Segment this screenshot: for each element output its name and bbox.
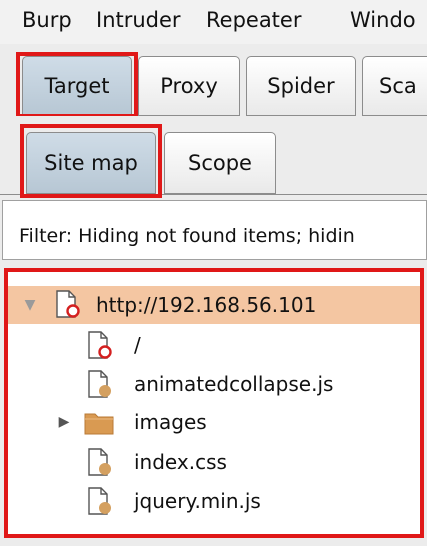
tab-scanner[interactable]: Sca bbox=[362, 56, 427, 116]
tab-target[interactable]: Target bbox=[22, 56, 132, 116]
tab-proxy[interactable]: Proxy bbox=[138, 56, 240, 116]
tree-node-label: jquery.min.js bbox=[134, 489, 261, 513]
menu-window[interactable]: Windo bbox=[350, 6, 416, 34]
file-icon bbox=[88, 448, 111, 476]
file-icon bbox=[88, 487, 111, 515]
filter-text: Filter: Hiding not found items; hidin bbox=[19, 225, 355, 247]
tab-scope[interactable]: Scope bbox=[164, 132, 276, 194]
tree-node-label: / bbox=[134, 333, 141, 357]
tree-node[interactable]: / bbox=[8, 326, 420, 364]
tree-node[interactable]: jquery.min.js bbox=[8, 482, 420, 520]
tab-site-map[interactable]: Site map bbox=[26, 132, 156, 194]
tree-node-root[interactable]: ▼ http://192.168.56.101 bbox=[8, 286, 420, 324]
sub-tab-bar: Site map Scope bbox=[0, 116, 427, 195]
menu-repeater[interactable]: Repeater bbox=[206, 6, 301, 34]
tree-node[interactable]: index.css bbox=[8, 443, 420, 481]
menu-intruder[interactable]: Intruder bbox=[96, 6, 181, 34]
tree-node-label: images bbox=[134, 410, 207, 434]
folder-icon bbox=[84, 413, 114, 435]
expand-toggle-icon[interactable]: ▼ bbox=[22, 297, 38, 313]
menu-burp[interactable]: Burp bbox=[22, 6, 72, 34]
tree-node-label: animatedcollapse.js bbox=[134, 372, 334, 396]
tree-node[interactable]: animatedcollapse.js bbox=[8, 365, 420, 403]
filter-bar[interactable]: Filter: Hiding not found items; hidin bbox=[2, 200, 427, 260]
file-icon bbox=[88, 370, 111, 398]
collapse-toggle-icon[interactable]: ▶ bbox=[56, 414, 72, 430]
tree-node-label: index.css bbox=[134, 450, 227, 474]
host-icon bbox=[56, 290, 80, 318]
main-tab-bar: Target Proxy Spider Sca bbox=[0, 44, 427, 117]
tree-node-label: http://192.168.56.101 bbox=[96, 293, 317, 317]
tab-spider[interactable]: Spider bbox=[246, 56, 356, 116]
menu-bar: Burp Intruder Repeater Windo bbox=[0, 0, 427, 45]
site-map-tree: ▼ http://192.168.56.101 / animatedcollap… bbox=[4, 268, 424, 538]
file-red-icon bbox=[88, 331, 112, 359]
tree-node[interactable]: ▶ images bbox=[8, 403, 420, 441]
